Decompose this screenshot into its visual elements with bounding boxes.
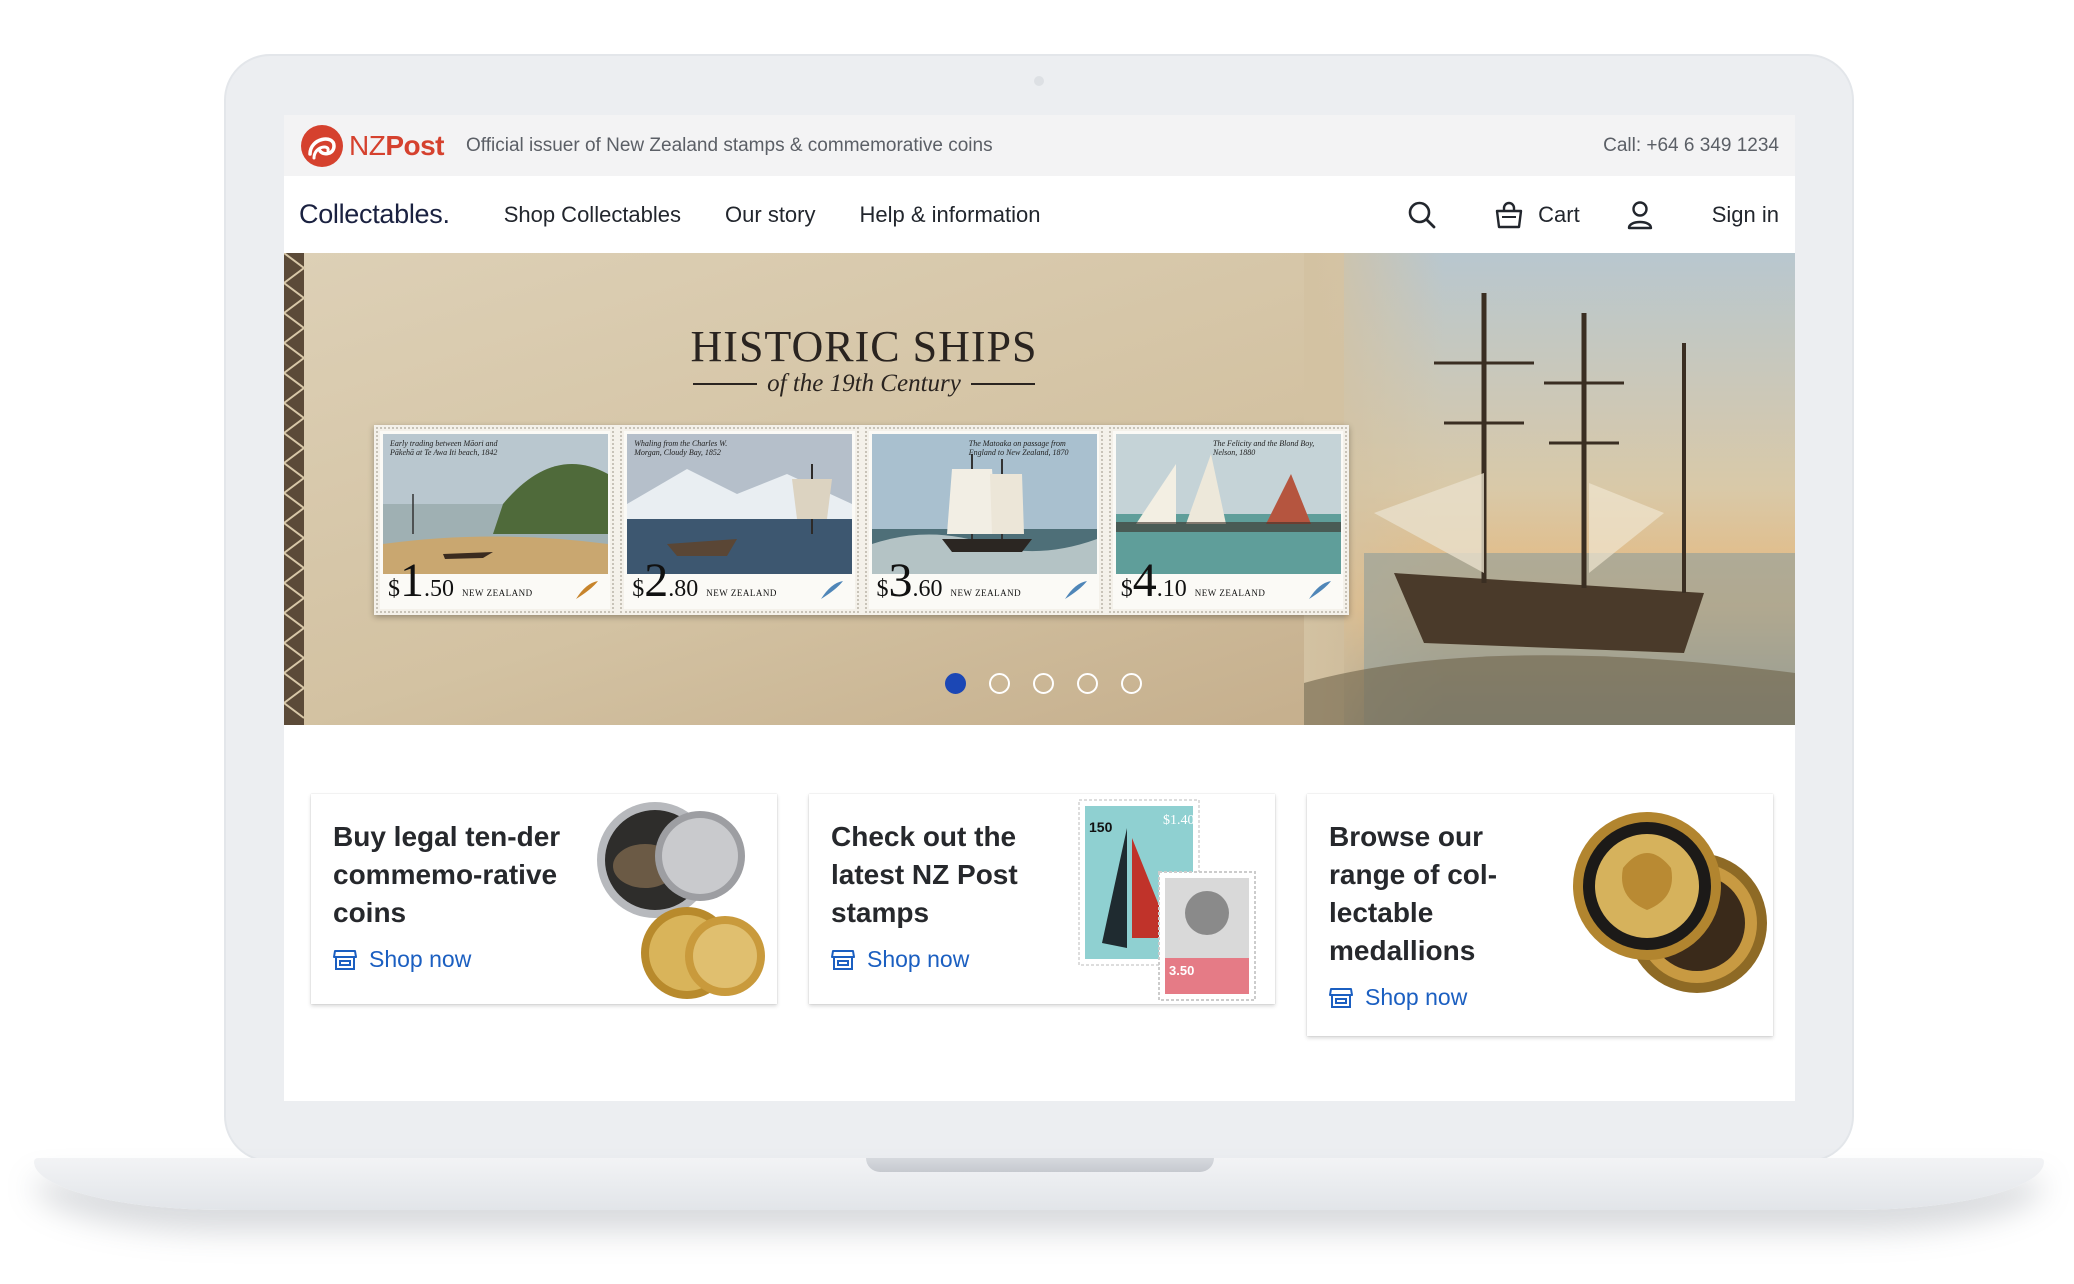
phone-number[interactable]: Call: +64 6 349 1234: [1603, 135, 1779, 157]
hero-subtitle-text: of the 19th Century: [767, 370, 961, 397]
tagline: Official issuer of New Zealand stamps & …: [466, 134, 993, 156]
fern-icon: [1309, 581, 1331, 599]
fern-icon: [576, 581, 599, 599]
stamp-4: The Felicity and the Blond Boy, Nelson, …: [1108, 427, 1348, 613]
stamps-card[interactable]: Check out the latest NZ Post stamps Shop…: [809, 794, 1275, 1004]
carousel-dot-1[interactable]: [945, 673, 966, 694]
search-icon: [1408, 201, 1436, 228]
coins-image: [597, 802, 765, 999]
stamp-3-caption: The Matoaka on passage from England to N…: [968, 439, 1069, 458]
nav-actions: Cart Sign in: [1406, 199, 1779, 231]
stamp-1: Early trading between Māori and Pākehā a…: [375, 427, 615, 613]
account-button[interactable]: [1624, 199, 1656, 231]
stamp-2-price: $2.80 NEW ZEALAND: [632, 554, 777, 607]
medallions-card[interactable]: Browse our range of col-lectable medalli…: [1307, 794, 1773, 1036]
stamp-3: The Matoaka on passage from England to N…: [864, 427, 1103, 613]
medallions-card-title: Browse our range of col-lectable medalli…: [1329, 821, 1498, 967]
stamp-3-price: $3.60 NEW ZEALAND: [876, 554, 1022, 607]
fern-icon: [820, 581, 843, 599]
stamp-2: Whaling from the Charles W. Morgan, Clou…: [620, 427, 859, 613]
carousel-dot-5[interactable]: [1121, 673, 1142, 694]
fern-icon: [1064, 581, 1087, 599]
main-navigation: Collectables. Shop Collectables Our stor…: [284, 176, 1795, 253]
carousel-dot-2[interactable]: [989, 673, 1010, 694]
shopping-bag-icon: [1495, 201, 1523, 228]
coins-shop-now-label: Shop now: [369, 946, 472, 973]
svg-text:3.50: 3.50: [1169, 963, 1194, 978]
nzpost-logo-icon: [301, 124, 343, 167]
nzpost-logo-text: NZPost: [349, 129, 445, 161]
subtitle-rule-left: [693, 383, 758, 385]
hero-title-main: HISTORIC SHIPS: [690, 322, 1038, 371]
store-icon: [1329, 987, 1353, 1008]
search-button[interactable]: [1406, 199, 1438, 231]
stamp-sheet: Early trading between Māori and Pākehā a…: [374, 425, 1349, 615]
hero-subtitle: of the 19th Century: [674, 370, 1054, 398]
svg-text:150: 150: [1089, 819, 1113, 835]
svg-text:$1.40: $1.40: [1163, 813, 1195, 828]
cart-label: Cart: [1538, 201, 1580, 227]
coins-card[interactable]: Buy legal ten-der commemo-rative coins S…: [311, 794, 777, 1004]
subtitle-rule-right: [970, 383, 1035, 385]
nav-shop-collectables[interactable]: Shop Collectables: [504, 202, 681, 228]
browser-screen: NZPost Official issuer of New Zealand st…: [284, 115, 1795, 1101]
utility-bar: NZPost Official issuer of New Zealand st…: [284, 115, 1795, 176]
sign-in-link[interactable]: Sign in: [1712, 202, 1779, 228]
medallions-image: [1573, 812, 1767, 993]
carousel-dot-4[interactable]: [1077, 673, 1098, 694]
hero-title: HISTORIC SHIPS of the 19th Century: [674, 321, 1054, 398]
stamps-image: 150 $1.40 3.50: [1078, 799, 1256, 1001]
carousel-dot-3[interactable]: [1033, 673, 1054, 694]
nzpost-logo[interactable]: NZPost: [300, 124, 445, 168]
stamp-4-caption: The Felicity and the Blond Boy, Nelson, …: [1213, 439, 1315, 458]
medallions-shop-now-label: Shop now: [1365, 984, 1468, 1011]
nav-links: Shop Collectables Our story Help & infor…: [504, 202, 1041, 228]
store-icon: [333, 949, 357, 970]
stamp-4-price: $4.10 NEW ZEALAND: [1120, 554, 1266, 607]
nav-our-story[interactable]: Our story: [725, 202, 815, 228]
stamp-1-price: $1.50 NEW ZEALAND: [388, 554, 533, 607]
promo-cards: Buy legal ten-der commemo-rative coins S…: [311, 794, 1773, 1036]
hero-carousel[interactable]: HISTORIC SHIPS of the 19th Century Early…: [284, 253, 1795, 725]
site-brand[interactable]: Collectables.: [299, 199, 450, 230]
stamp-2-caption: Whaling from the Charles W. Morgan, Clou…: [634, 439, 728, 458]
store-icon: [831, 949, 855, 970]
stamps-card-title: Check out the latest NZ Post stamps: [831, 821, 1018, 929]
cart-button[interactable]: Cart: [1494, 201, 1580, 229]
nav-help-information[interactable]: Help & information: [860, 202, 1041, 228]
coins-card-title: Buy legal ten-der commemo-rative coins: [333, 821, 561, 929]
laptop-notch: [866, 1158, 1214, 1172]
carousel-dots: [945, 673, 1142, 694]
stamps-shop-now-label: Shop now: [867, 946, 970, 973]
stamp-1-caption: Early trading between Māori and Pākehā a…: [390, 439, 498, 458]
webcam: [1034, 76, 1044, 86]
user-icon: [1627, 200, 1652, 229]
